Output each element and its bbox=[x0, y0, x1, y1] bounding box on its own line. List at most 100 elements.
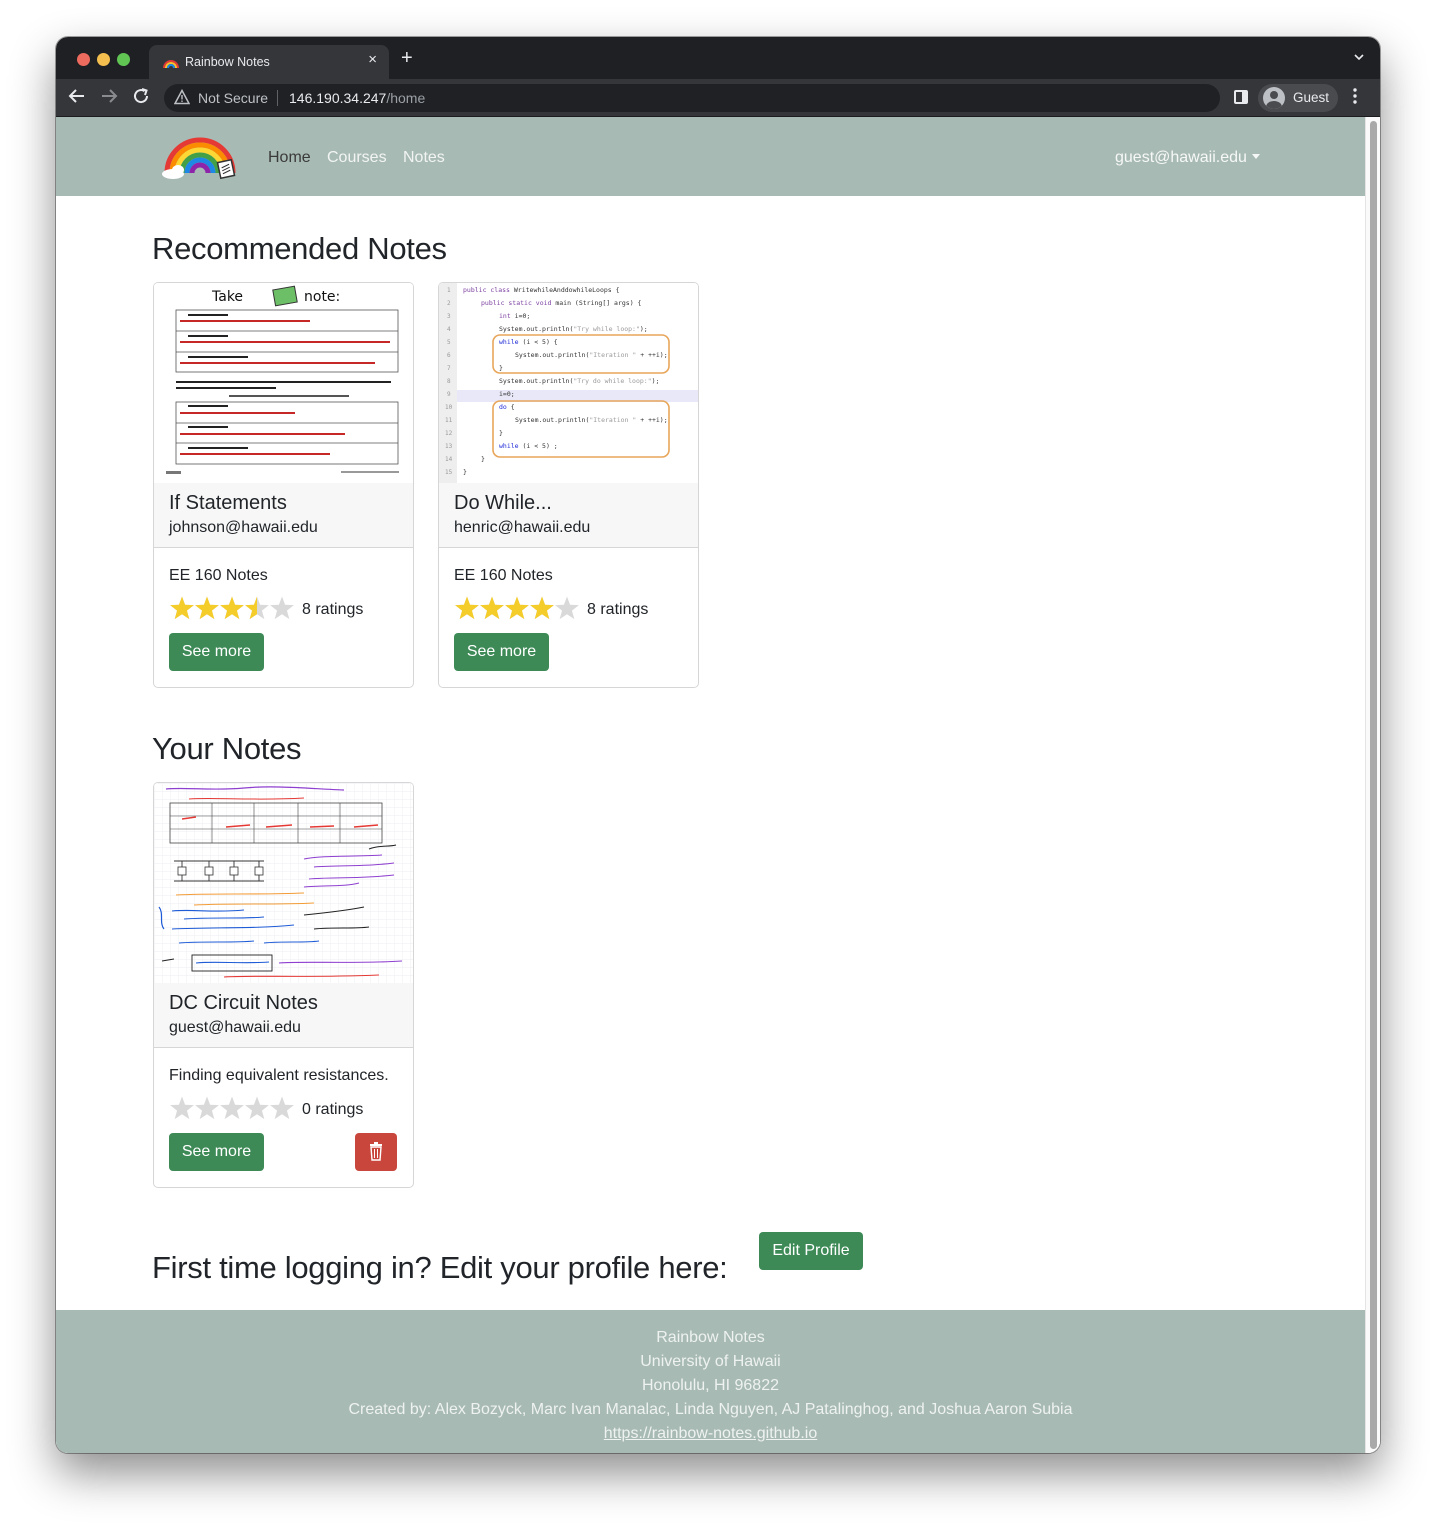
your-notes-heading: Your Notes bbox=[152, 731, 302, 766]
tab-close-icon[interactable]: × bbox=[368, 51, 377, 68]
browser-window: Rainbow Notes × + Not Secure 146.190.34.… bbox=[56, 37, 1380, 1453]
profile-icon bbox=[1263, 87, 1285, 109]
rainbow-logo[interactable] bbox=[161, 129, 239, 181]
tab-bar: Rainbow Notes × + bbox=[56, 37, 1380, 79]
svg-text:do {: do { bbox=[499, 403, 515, 411]
svg-text:2: 2 bbox=[447, 300, 451, 307]
url-path: /home bbox=[386, 90, 426, 106]
maximize-window-button[interactable] bbox=[117, 53, 130, 66]
user-email: guest@hawaii.edu bbox=[1115, 149, 1247, 166]
card-description: EE 160 Notes bbox=[454, 567, 553, 584]
note-thumbnail[interactable]: Take note: bbox=[154, 283, 413, 483]
star-filled-icon bbox=[455, 596, 479, 620]
star-empty-icon bbox=[270, 596, 294, 620]
svg-text:public class WritewhileAnddowh: public class WritewhileAnddowhileLoops { bbox=[463, 286, 620, 294]
star-empty-icon bbox=[270, 1096, 294, 1120]
star-rating bbox=[170, 1096, 294, 1120]
svg-text:Take: Take bbox=[211, 289, 243, 305]
svg-text:7: 7 bbox=[447, 365, 451, 372]
security-label[interactable]: Not Secure bbox=[198, 90, 268, 106]
tab-search-chevron-icon[interactable] bbox=[1354, 52, 1364, 62]
svg-text:8: 8 bbox=[447, 378, 451, 385]
footer-address: Honolulu, HI 96822 bbox=[642, 1377, 779, 1394]
warning-icon bbox=[174, 89, 190, 105]
tab-title: Rainbow Notes bbox=[185, 55, 270, 69]
star-filled-icon bbox=[170, 596, 194, 620]
star-filled-icon bbox=[195, 596, 219, 620]
ratings-count: 0 ratings bbox=[302, 1101, 364, 1118]
edit-profile-button[interactable]: Edit Profile bbox=[759, 1232, 863, 1270]
svg-text:System.out.println("Iteration: System.out.println("Iteration " + ++i); bbox=[515, 351, 668, 359]
side-panel-icon[interactable] bbox=[1234, 90, 1248, 104]
card-title[interactable]: If Statements bbox=[169, 492, 287, 515]
footer-university: University of Hawaii bbox=[640, 1353, 781, 1370]
svg-text:10: 10 bbox=[445, 404, 453, 411]
svg-text:14: 14 bbox=[445, 456, 453, 463]
star-filled-icon bbox=[530, 596, 554, 620]
omnibox-divider bbox=[277, 90, 278, 106]
star-rating bbox=[455, 596, 579, 620]
reload-icon[interactable] bbox=[132, 87, 150, 105]
note-thumbnail[interactable] bbox=[154, 783, 413, 983]
star-empty-icon bbox=[195, 1096, 219, 1120]
see-more-button[interactable]: See more bbox=[454, 633, 549, 671]
profile-button[interactable]: Guest bbox=[1258, 84, 1338, 112]
card-owner: johnson@hawaii.edu bbox=[169, 519, 318, 536]
note-card: Take note: If Statements johnson@hawaii.… bbox=[153, 282, 414, 688]
svg-text:}: } bbox=[499, 364, 503, 372]
browser-toolbar: Not Secure 146.190.34.247/home Guest bbox=[56, 79, 1380, 117]
close-window-button[interactable] bbox=[77, 53, 90, 66]
page-scrollbar[interactable] bbox=[1365, 117, 1380, 1453]
nav-home-link[interactable]: Home bbox=[268, 149, 311, 167]
nav-notes-link[interactable]: Notes bbox=[403, 149, 445, 167]
svg-text:System.out.println("Iteration: System.out.println("Iteration " + ++i); bbox=[515, 416, 668, 424]
card-owner: guest@hawaii.edu bbox=[169, 1019, 301, 1036]
card-description: EE 160 Notes bbox=[169, 567, 268, 584]
card-header: Do While... henric@hawaii.edu bbox=[439, 483, 698, 548]
profile-name: Guest bbox=[1293, 90, 1330, 105]
see-more-button[interactable]: See more bbox=[169, 1133, 264, 1171]
user-dropdown[interactable]: guest@hawaii.edu bbox=[1115, 149, 1260, 167]
url-text[interactable]: 146.190.34.247/home bbox=[289, 90, 425, 106]
page-viewport: Home Courses Notes guest@hawaii.edu Reco… bbox=[56, 117, 1380, 1453]
svg-text:11: 11 bbox=[445, 417, 453, 424]
browser-tab[interactable]: Rainbow Notes × bbox=[149, 45, 389, 79]
svg-text:3: 3 bbox=[447, 313, 451, 320]
star-rating bbox=[170, 596, 294, 620]
address-bar[interactable]: Not Secure 146.190.34.247/home bbox=[164, 84, 1220, 112]
svg-text:12: 12 bbox=[445, 430, 453, 437]
note-card: 1234 5678 9 10 11 12 13 14 15 public class Wr… bbox=[438, 282, 699, 688]
recommended-heading: Recommended Notes bbox=[152, 231, 447, 266]
star-empty-icon bbox=[170, 1096, 194, 1120]
back-icon[interactable] bbox=[68, 87, 86, 105]
site-footer: Rainbow Notes University of Hawaii Honol… bbox=[56, 1310, 1365, 1453]
footer-link[interactable]: https://rainbow-notes.github.io bbox=[604, 1425, 817, 1442]
svg-text:15: 15 bbox=[445, 469, 453, 476]
nav-courses-link[interactable]: Courses bbox=[327, 149, 387, 167]
new-tab-button[interactable]: + bbox=[401, 48, 413, 68]
note-thumbnail[interactable]: 1234 5678 9101112 131415 public class Wr… bbox=[439, 283, 698, 483]
url-host: 146.190.34.247 bbox=[289, 90, 387, 106]
svg-text:}: } bbox=[499, 429, 503, 437]
minimize-window-button[interactable] bbox=[97, 53, 110, 66]
forward-icon[interactable] bbox=[100, 87, 118, 105]
svg-text:while (i < 5) ;: while (i < 5) ; bbox=[499, 442, 558, 450]
star-empty-icon bbox=[245, 1096, 269, 1120]
note-card: DC Circuit Notes guest@hawaii.edu Findin… bbox=[153, 782, 414, 1188]
card-header: If Statements johnson@hawaii.edu bbox=[154, 483, 413, 548]
ratings-count: 8 ratings bbox=[587, 601, 649, 618]
svg-text:}: } bbox=[481, 455, 485, 463]
svg-text:}: } bbox=[463, 468, 467, 476]
profile-prompt: First time logging in? Edit your profile… bbox=[152, 1250, 728, 1285]
card-title[interactable]: Do While... bbox=[454, 492, 552, 515]
menu-icon[interactable] bbox=[1352, 87, 1358, 105]
star-empty-icon bbox=[555, 596, 579, 620]
card-title[interactable]: DC Circuit Notes bbox=[169, 992, 318, 1015]
delete-note-button[interactable] bbox=[355, 1133, 397, 1171]
star-empty-icon bbox=[220, 1096, 244, 1120]
scrollbar-thumb[interactable] bbox=[1370, 121, 1377, 1449]
star-filled-icon bbox=[220, 596, 244, 620]
footer-app-name: Rainbow Notes bbox=[656, 1329, 765, 1346]
footer-link-row: https://rainbow-notes.github.io bbox=[56, 1425, 1365, 1443]
see-more-button[interactable]: See more bbox=[169, 633, 264, 671]
